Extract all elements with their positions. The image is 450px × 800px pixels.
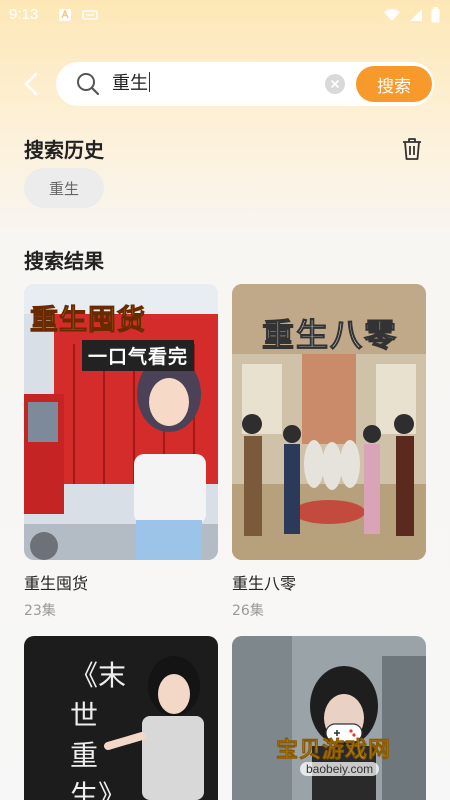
search-icon <box>77 73 100 96</box>
cover-title: 重生八零 <box>261 316 399 355</box>
result-title[interactable]: 重生八零 <box>232 570 426 594</box>
keyboard-notification-icon <box>82 10 98 20</box>
trash-icon[interactable] <box>399 136 425 162</box>
watermark-name: 宝贝游戏网 <box>276 738 392 764</box>
close-icon <box>331 80 339 88</box>
search-button[interactable]: 搜索 <box>356 66 432 102</box>
result-cover-image[interactable]: 重生八零 <box>232 284 426 560</box>
wifi-icon <box>384 9 400 21</box>
result-title[interactable]: 重生囤货 <box>24 570 218 594</box>
watermark-url: baobeiy.com <box>300 762 380 776</box>
watermark-logo: 宝贝游戏网 baobeiy.com <box>272 720 422 784</box>
episode-count: 23集 <box>24 603 56 619</box>
result-cover-image[interactable]: 《末世重生》 <box>24 636 218 800</box>
search-results-title: 搜索结果 <box>24 249 104 273</box>
cover-title: 重生囤货 <box>29 303 147 337</box>
result-card[interactable]: 重生囤货 一口气看完 重生囤货 23集 <box>24 284 218 620</box>
android-notification-icon <box>59 9 71 21</box>
clear-search-button[interactable] <box>325 74 345 94</box>
result-card[interactable]: 重生八零 重生八零 26集 <box>232 284 426 620</box>
result-cover-image[interactable]: 重生囤货 一口气看完 <box>24 284 218 560</box>
status-bar: 9:13 <box>0 0 450 32</box>
history-tag[interactable]: 重生 <box>24 168 104 208</box>
result-card[interactable]: 《末世重生》 <box>24 636 218 800</box>
cover-subtitle: 一口气看完 <box>82 340 195 371</box>
cover-title: 《末世重生》 <box>70 659 127 800</box>
search-input[interactable]: 重生 搜索 <box>56 62 434 106</box>
text-caret <box>149 72 150 92</box>
episode-count: 26集 <box>232 603 264 619</box>
search-query: 重生 <box>112 73 148 94</box>
signal-icon <box>410 9 422 21</box>
back-icon[interactable] <box>18 70 46 98</box>
battery-icon <box>431 7 440 23</box>
search-row: 重生 搜索 <box>0 60 450 108</box>
status-time: 9:13 <box>9 6 39 23</box>
search-history-title: 搜索历史 <box>24 138 104 162</box>
